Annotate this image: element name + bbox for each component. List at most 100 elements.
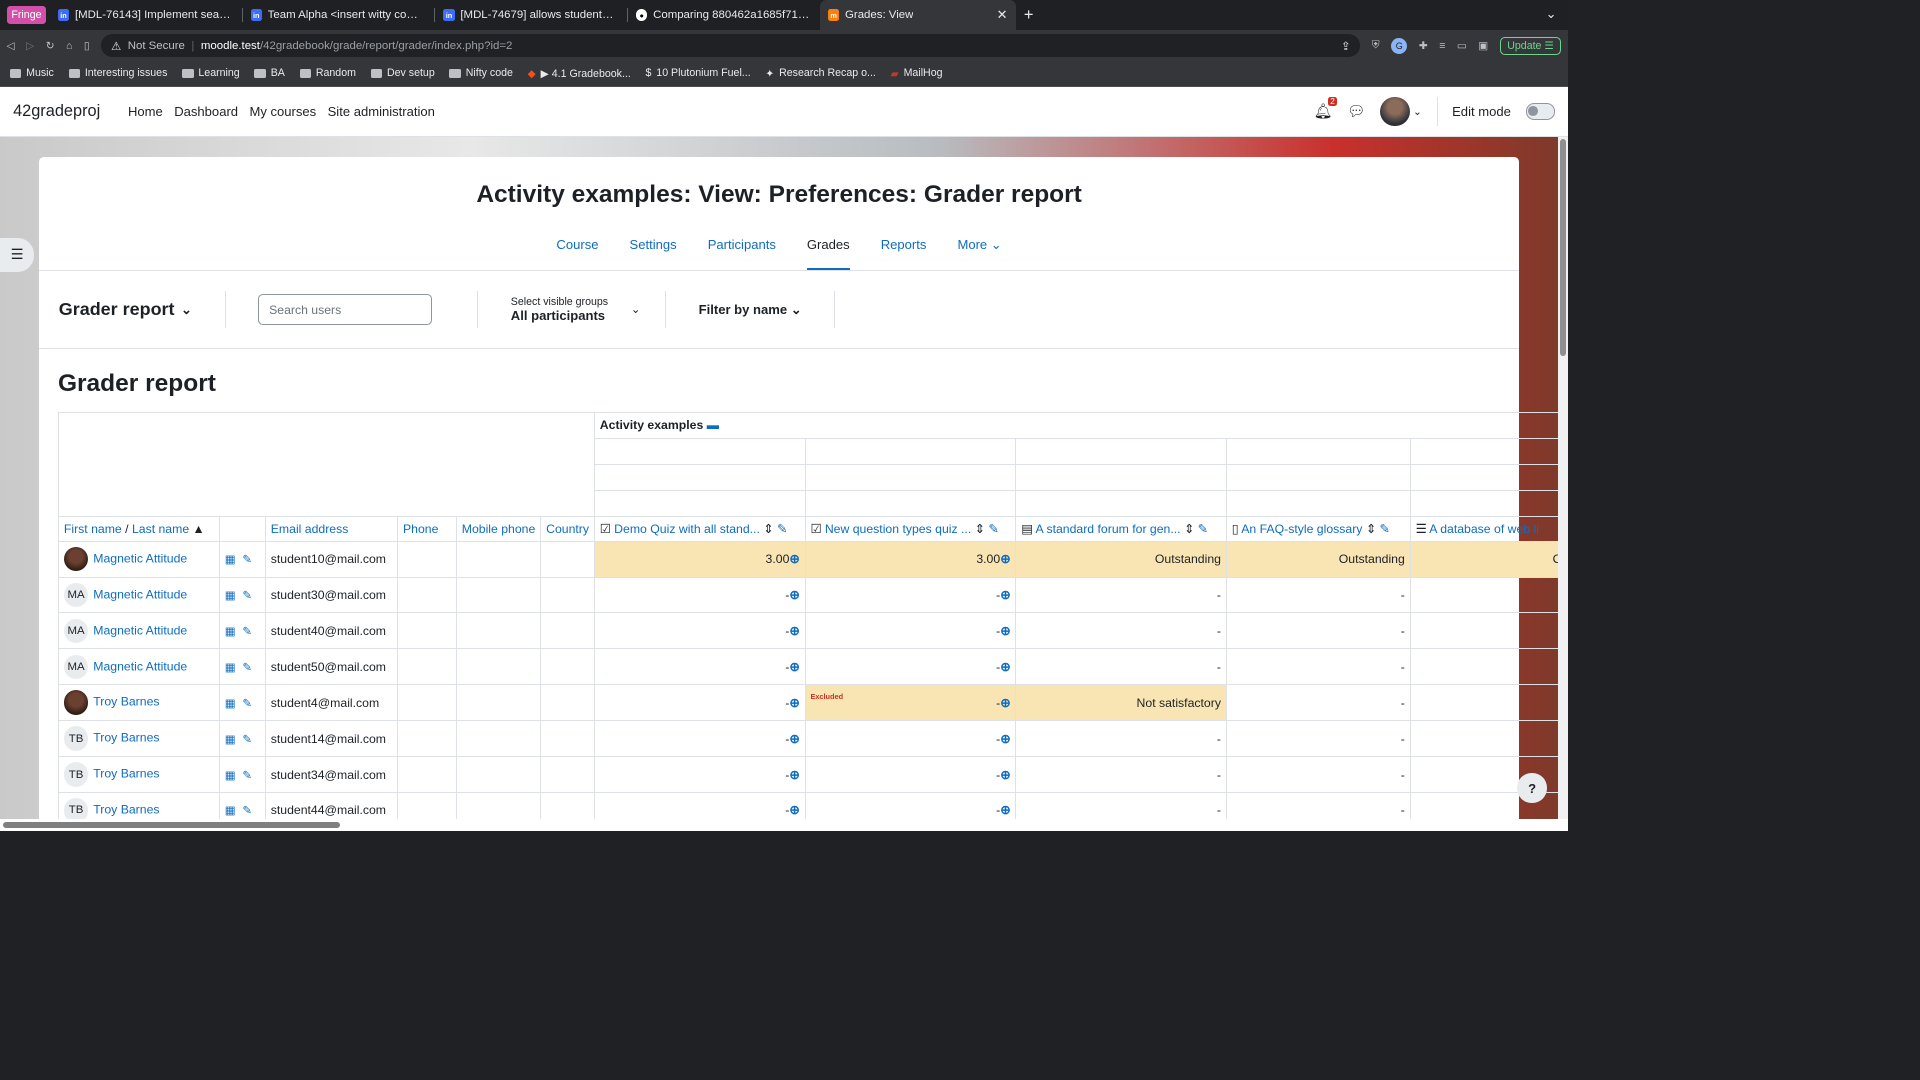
new-tab-button[interactable]: + [1016,0,1042,30]
edit-pencil-icon[interactable]: ✎ [242,734,252,746]
translate-icon[interactable]: G [1391,37,1408,54]
edit-pencil-icon[interactable]: ✎ [242,554,252,566]
grade-cell[interactable]: - [1015,720,1227,758]
student-name-link[interactable]: Magnetic Attitude [93,623,187,637]
student-name-link[interactable]: Magnetic Attitude [93,659,187,673]
grade-cell[interactable]: - [1015,756,1227,794]
grade-cell[interactable]: - [1015,648,1227,686]
grade-cell[interactable]: - [1015,576,1227,614]
column-header-phone[interactable]: Phone [397,516,457,542]
grade-table-icon[interactable]: ▦ [225,626,236,638]
edit-pencil-icon[interactable]: ✎ [242,662,252,674]
grade-cell[interactable]: -⊕ [804,576,1017,614]
tab-mdl-76143[interactable]: in[MDL-76143] Implement search fun [50,0,242,30]
search-users-input[interactable]: Search users [258,294,433,326]
grade-cell[interactable] [1409,684,1568,722]
grade-cell[interactable]: - [1015,612,1227,650]
grade-cell[interactable]: -⊕ [593,648,806,686]
tab-grades-view[interactable]: m Grades: View ✕ [819,0,1016,31]
share-icon[interactable]: ⇪ [1341,39,1351,53]
zoom-in-icon[interactable]: ⊕ [1000,696,1010,710]
bookmark-random[interactable]: Random [299,67,356,79]
student-name-link[interactable]: Magnetic Attitude [93,587,187,601]
address-bar[interactable]: ⚠ Not Secure | moodle.test/42gradebook/g… [101,34,1361,58]
bookmark-interesting-issues[interactable]: Interesting issues [68,67,167,79]
grade-table-icon[interactable]: ▦ [225,698,236,710]
grade-table-icon[interactable]: ▦ [225,662,236,674]
sidebar-icon[interactable]: ▭ [1457,39,1467,52]
tab-fringe[interactable]: Fringe [6,5,47,24]
filter-by-name-button[interactable]: Filter by name ⌄ [664,290,836,329]
tab-mdl-74679[interactable]: in [MDL-74679] allows students to se [435,0,627,30]
forward-icon[interactable]: ▷ [26,39,34,52]
help-button[interactable]: ? [1517,773,1547,803]
tab-github-compare[interactable]: ● Comparing 880462a1685f710ed4f [628,0,820,30]
tab-participants[interactable]: Participants [708,230,776,270]
grade-item-header[interactable]: ▯ An FAQ-style glossary ⇕ ✎ [1225,516,1411,542]
zoom-in-icon[interactable]: ⊕ [1000,803,1010,817]
grade-item-header[interactable]: ☑ New question types quiz ... ⇕ ✎ [804,516,1017,542]
grade-cell[interactable]: O [1409,540,1568,578]
sort-icon[interactable]: ⇕ [975,522,985,536]
bookmark-ba[interactable]: BA [254,67,285,79]
bookmark-learning[interactable]: Learning [182,67,240,79]
tab-search-chevron-icon[interactable]: ⌄ [1534,6,1568,30]
grade-item-header[interactable]: ☰ A database of web li [1409,516,1568,542]
extensions-icon[interactable]: ✚ [1419,39,1428,52]
grade-cell[interactable]: - [1225,756,1411,794]
grade-table-icon[interactable]: ▦ [225,805,236,817]
grade-cell[interactable]: - [1225,684,1411,722]
tab-course[interactable]: Course [556,230,598,270]
zoom-in-icon[interactable]: ⊕ [1000,552,1010,566]
sort-icon[interactable]: ⇕ [1366,522,1376,536]
grade-cell[interactable]: Outstanding [1015,540,1227,578]
grade-table-icon[interactable]: ▦ [225,554,236,566]
grade-item-header[interactable]: ☑ Demo Quiz with all stand... ⇕ ✎ [593,516,806,542]
grade-cell[interactable] [1409,648,1568,686]
sort-by-name-header[interactable]: First name / Last name ▲ [57,516,220,542]
grade-cell[interactable]: - [1225,648,1411,686]
zoom-in-icon[interactable]: ⊕ [1000,624,1010,638]
column-header-mobile[interactable]: Mobile phone [455,516,542,542]
zoom-in-icon[interactable]: ⊕ [789,732,799,746]
back-icon[interactable]: ◁ [7,39,15,52]
bookmark-music[interactable]: Music [9,67,54,79]
grade-cell[interactable]: -⊕ [593,612,806,650]
student-name-link[interactable]: Troy Barnes [93,731,159,745]
nav-site-administration[interactable]: Site administration [328,104,435,119]
zoom-in-icon[interactable]: ⊕ [1000,768,1010,782]
site-brand[interactable]: 42gradeproj [13,102,100,121]
zoom-in-icon[interactable]: ⊕ [789,768,799,782]
bookmark-mailhog[interactable]: ▰ MailHog [891,67,943,80]
zoom-in-icon[interactable]: ⊕ [789,696,799,710]
grade-cell[interactable]: Not satisfactory [1015,684,1227,722]
edit-mode-toggle[interactable] [1525,103,1555,120]
bookmark-icon[interactable]: ▯ [84,39,90,52]
playlist-icon[interactable]: ≡ [1439,40,1445,52]
grade-cell[interactable]: Outstanding [1225,540,1411,578]
sort-icon[interactable]: ⇕ [763,522,773,536]
grade-cell[interactable]: -⊕ [593,720,806,758]
grade-cell[interactable] [1409,576,1568,614]
user-menu[interactable]: ⌄ [1380,96,1422,127]
tab-reports[interactable]: Reports [881,230,927,270]
bookmark-nifty-code[interactable]: Nifty code [449,67,513,79]
update-button[interactable]: Update ☰ [1499,36,1562,55]
zoom-in-icon[interactable]: ⊕ [789,552,799,566]
grade-cell[interactable]: -⊕ [804,720,1017,758]
messages-icon[interactable]: 💬︎ [1347,102,1366,120]
vertical-scrollbar[interactable] [1558,137,1568,831]
edit-pencil-icon[interactable]: ✎ [242,626,252,638]
grade-cell[interactable] [1409,720,1568,758]
grade-table-icon[interactable]: ▦ [225,734,236,746]
zoom-in-icon[interactable]: ⊕ [789,588,799,602]
course-index-drawer-button[interactable]: ☰ [0,237,35,272]
zoom-in-icon[interactable]: ⊕ [1000,588,1010,602]
grade-table-icon[interactable]: ▦ [225,770,236,782]
zoom-in-icon[interactable]: ⊕ [789,660,799,674]
student-name-link[interactable]: Troy Barnes [93,767,159,781]
collapse-icon[interactable]: ▬ [707,418,719,432]
grade-cell[interactable] [1409,612,1568,650]
grade-item-header[interactable]: ▤ A standard forum for gen... ⇕ ✎ [1015,516,1227,542]
brave-shield-icon[interactable]: ⛨ [1372,39,1380,52]
